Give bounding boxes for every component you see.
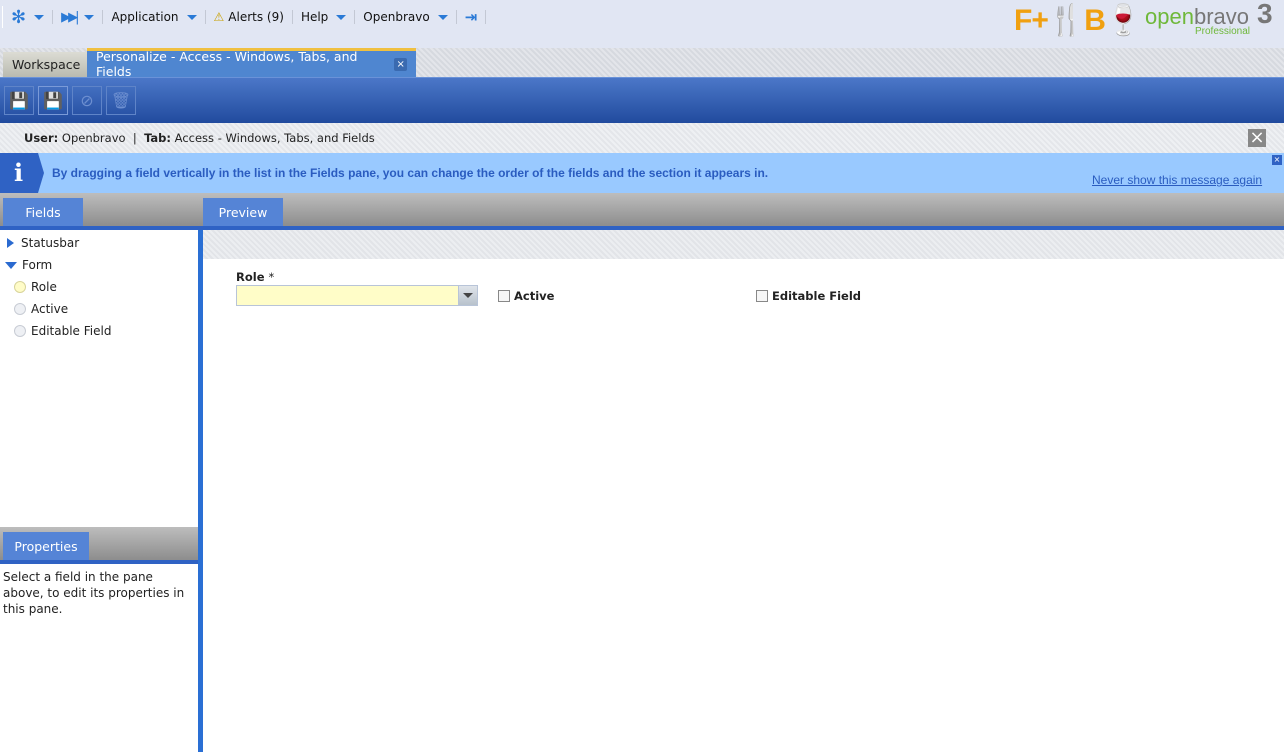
fields-pane-tab[interactable]: Fields [3,198,83,226]
toolbar: 💾 💾 ⊘ 🗑 [0,77,1284,123]
delete-button[interactable]: 🗑 [106,86,136,115]
cancel-button[interactable]: ⊘ [72,86,102,115]
close-window-button[interactable]: × [1248,129,1266,147]
panes-header: Fields Preview [0,193,1284,230]
help-label: Help [300,10,329,24]
never-show-link[interactable]: Never show this message again [1092,173,1262,187]
preview-title: Preview [218,204,268,220]
quick-launch-menu[interactable]: ✻ [3,6,52,28]
asterisk-menu-icon: ✻ [11,6,27,28]
editable-field-checkbox[interactable] [756,290,768,302]
alerts-label: Alerts (9) [228,10,284,24]
logout-button[interactable]: ⇥ [457,6,486,28]
fields-title: Fields [25,204,61,220]
openbravo-logo: openbravo Professional 3 [1145,0,1273,37]
main-menu: ✻ ▶▶| Application ⚠ Alerts (9) Help Openb… [2,6,487,28]
node-label: Statusbar [21,236,80,250]
save-icon: 💾 [9,91,29,110]
chevron-down-icon[interactable] [458,286,477,305]
user-menu[interactable]: Openbravo [355,6,455,28]
field-icon [14,325,26,337]
fast-forward-icon: ▶▶| [61,9,79,25]
node-label: Role [31,280,57,294]
preview-pane-tab[interactable]: Preview [203,198,283,226]
fields-tree: Statusbar Form Role Active Editable Fiel… [0,230,198,527]
tab-strip: Workspace Personalize - Access - Windows… [0,48,1284,79]
chevron-down-icon [437,14,448,20]
tree-node-active[interactable]: Active [0,298,198,320]
pane-splitter[interactable] [198,230,203,752]
close-tab-button[interactable]: × [394,57,407,71]
user-menu-label: Openbravo [363,10,430,24]
chevron-down-icon [336,14,347,20]
delete-icon: 🗑 [110,91,132,110]
node-label: Active [31,302,69,316]
active-checkbox[interactable] [498,290,510,302]
info-message-bar: i By dragging a field vertically in the … [0,153,1284,193]
properties-hint: Select a field in the pane above, to edi… [3,570,185,616]
properties-title: Properties [14,538,78,554]
quick-create-menu[interactable]: ▶▶| [53,6,102,28]
field-icon [14,303,26,315]
user-value: Openbravo [61,131,126,145]
cancel-icon: ⊘ [80,91,94,110]
active-label: Active [514,289,555,303]
separator: | [132,131,137,145]
tab-personalize[interactable]: Personalize - Access - Windows, Tabs, an… [87,48,416,79]
properties-pane-tab[interactable]: Properties [3,532,89,560]
context-info-bar: User: Openbravo | Tab: Access - Windows,… [0,123,1284,153]
save-close-icon: 💾 [43,91,63,110]
tab-workspace[interactable]: Workspace [3,52,87,77]
application-menu[interactable]: Application [103,6,204,28]
logout-icon: ⇥ [464,8,478,26]
info-message-text: By dragging a field vertically in the li… [52,166,769,180]
tree-node-role[interactable]: Role [0,276,198,298]
tree-node-statusbar[interactable]: Statusbar [0,232,198,254]
role-combobox[interactable] [236,285,478,306]
tab-info-label: Tab: [144,131,172,145]
application-label: Application [111,10,179,24]
role-label: Role * [236,270,275,284]
expand-icon [7,238,14,248]
tree-node-editable-field[interactable]: Editable Field [0,320,198,342]
divider [485,10,487,24]
user-label: User: [24,131,59,145]
chevron-down-icon [84,14,95,20]
tab-label: Workspace [12,57,81,72]
close-message-button[interactable]: × [1272,155,1282,165]
alerts-button[interactable]: ⚠ Alerts (9) [206,6,292,28]
node-label: Editable Field [31,324,112,338]
top-navigation-bar: ✻ ▶▶| Application ⚠ Alerts (9) Help Openb… [0,0,1284,48]
tree-node-form[interactable]: Form [0,254,198,276]
editable-field-label: Editable Field [772,289,862,303]
collapse-icon [5,261,17,269]
properties-header: Properties [0,527,198,564]
required-field-icon [14,281,26,293]
preview-toolbar [203,230,1284,259]
tab-label: Personalize - Access - Windows, Tabs, an… [96,49,358,79]
info-icon: i [0,153,44,193]
warning-icon: ⚠ [213,10,225,24]
fnb-logo: F+🍴B🍷 [1014,4,1142,37]
chevron-down-icon [186,14,197,20]
save-close-button[interactable]: 💾 [38,86,68,115]
tab-info-value: Access - Windows, Tabs, and Fields [174,131,375,145]
save-button[interactable]: 💾 [4,86,34,115]
help-menu[interactable]: Help [293,6,354,28]
node-label: Form [22,258,53,272]
chevron-down-icon [34,14,45,20]
